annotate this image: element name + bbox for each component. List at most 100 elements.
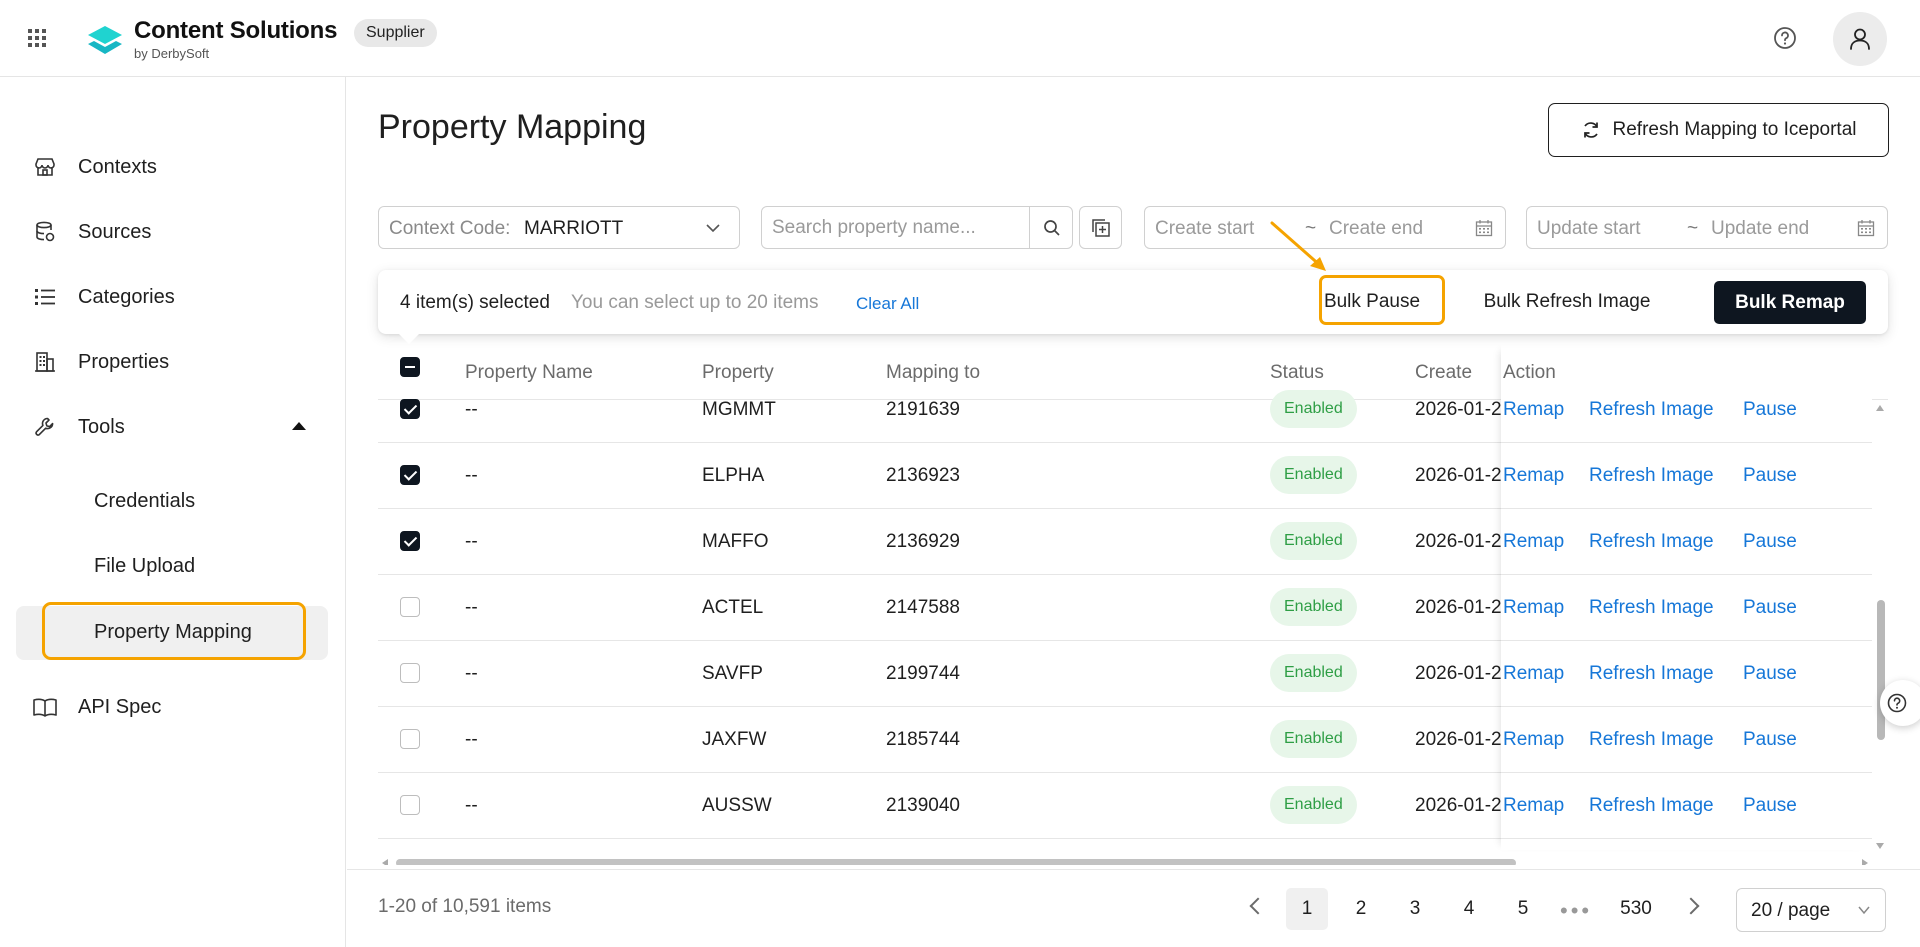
pause-link[interactable]: Pause [1743, 663, 1797, 685]
pause-link[interactable]: Pause [1743, 597, 1797, 619]
status-badge: Enabled [1270, 588, 1357, 626]
refresh-image-link[interactable]: Refresh Image [1589, 795, 1714, 817]
bulk-action-bar: 4 item(s) selected You can select up to … [378, 270, 1888, 344]
remap-link[interactable]: Remap [1503, 465, 1564, 487]
batch-add-icon [1091, 218, 1110, 237]
bulk-remap-button[interactable]: Bulk Remap [1714, 281, 1866, 324]
sidebar-item-categories[interactable]: Categories [0, 272, 346, 322]
pagination-ellipsis[interactable]: ••• [1560, 898, 1592, 924]
row-checkbox[interactable] [400, 597, 420, 617]
sidebar-item-label: Property Mapping [94, 621, 252, 643]
cell-create-time-clip: 2026-01-2 [1415, 399, 1503, 423]
select-all-checkbox[interactable] [400, 357, 420, 377]
sidebar-item-sources[interactable]: Sources [0, 207, 346, 257]
row-checkbox[interactable] [400, 399, 420, 419]
sidebar-item-properties[interactable]: Properties [0, 337, 346, 387]
brand-subtitle: by DerbySoft [134, 46, 210, 61]
action-row: Remap Refresh Image Pause [1501, 443, 1872, 509]
row-checkbox[interactable] [400, 531, 420, 551]
remap-link[interactable]: Remap [1503, 399, 1564, 421]
remap-link[interactable]: Remap [1503, 597, 1564, 619]
sidebar-item-label: API Spec [78, 695, 162, 718]
refresh-image-link[interactable]: Refresh Image [1589, 597, 1714, 619]
bulk-refresh-image-button[interactable]: Bulk Refresh Image [1473, 280, 1661, 324]
calendar-icon [1475, 220, 1493, 237]
context-code-prefix: Context Code: [389, 218, 511, 239]
refresh-image-link[interactable]: Refresh Image [1589, 531, 1714, 553]
sidebar-subitem-file-upload[interactable]: File Upload [0, 540, 346, 594]
row-checkbox[interactable] [400, 663, 420, 683]
scroll-left-arrow-icon[interactable] [382, 859, 388, 865]
sidebar-item-tools[interactable]: Tools [0, 402, 346, 452]
status-badge: Enabled [1270, 654, 1357, 692]
role-badge: Supplier [354, 19, 437, 47]
chevron-down-icon [1858, 906, 1870, 915]
bulk-pause-button[interactable]: Bulk Pause [1320, 280, 1424, 324]
cell-property: MGMMT [702, 399, 776, 420]
cell-mapping-to: 2199744 [886, 663, 960, 684]
row-checkbox[interactable] [400, 795, 420, 815]
scroll-up-arrow-icon[interactable] [1876, 405, 1884, 411]
update-date-range[interactable]: Update start ~ Update end [1526, 206, 1888, 249]
refresh-mapping-button[interactable]: Refresh Mapping to Iceportal [1548, 103, 1889, 157]
page-last[interactable]: 530 [1615, 888, 1657, 930]
update-start-placeholder: Update start [1537, 218, 1641, 239]
sidebar-subitem-credentials[interactable]: Credentials [0, 475, 346, 529]
cell-create-time: 2026-01-2 [1415, 399, 1502, 420]
floating-help-button[interactable] [1880, 680, 1920, 726]
pause-link[interactable]: Pause [1743, 465, 1797, 487]
sidebar-item-contexts[interactable]: Contexts [0, 142, 346, 192]
sidebar-item-label: File Upload [94, 555, 196, 577]
pause-link[interactable]: Pause [1743, 531, 1797, 553]
chevron-left-icon[interactable] [1249, 897, 1267, 915]
cell-property-name: -- [465, 465, 478, 486]
batch-search-button[interactable] [1079, 206, 1122, 249]
page-2[interactable]: 2 [1340, 888, 1382, 930]
sidebar-subitem-property-mapping[interactable]: Property Mapping [0, 602, 346, 660]
sidebar-item-api-spec[interactable]: API Spec [0, 682, 346, 732]
refresh-image-link[interactable]: Refresh Image [1589, 663, 1714, 685]
remap-link[interactable]: Remap [1503, 531, 1564, 553]
refresh-mapping-label: Refresh Mapping to Iceportal [1612, 119, 1857, 140]
page-5[interactable]: 5 [1502, 888, 1544, 930]
remap-link[interactable]: Remap [1503, 729, 1564, 751]
pagination-bar: 1-20 of 10,591 items 1 2 3 4 5 ••• 530 2… [347, 869, 1920, 947]
cell-mapping-to: 2191639 [886, 399, 960, 420]
refresh-image-link[interactable]: Refresh Image [1589, 465, 1714, 487]
remap-link[interactable]: Remap [1503, 795, 1564, 817]
page-1[interactable]: 1 [1286, 888, 1328, 930]
context-code-select[interactable]: Context Code: MARRIOTT [378, 206, 740, 249]
help-icon[interactable] [1772, 25, 1798, 51]
status-badge: Enabled [1270, 390, 1357, 428]
page-3[interactable]: 3 [1394, 888, 1436, 930]
search-input[interactable] [762, 207, 1029, 248]
update-end-placeholder: Update end [1711, 218, 1810, 239]
scroll-right-arrow-icon[interactable] [1862, 859, 1868, 865]
cell-create-time: 2026-01-2 [1415, 795, 1502, 816]
refresh-image-link[interactable]: Refresh Image [1589, 399, 1714, 421]
search-button[interactable] [1029, 206, 1074, 249]
cell-property: SAVFP [702, 663, 763, 684]
clear-all-link[interactable]: Clear All [856, 294, 919, 314]
user-avatar[interactable] [1833, 12, 1887, 66]
pause-link[interactable]: Pause [1743, 399, 1797, 421]
scroll-down-arrow-icon[interactable] [1876, 843, 1884, 849]
cell-create-time: 2026-01-2 [1415, 663, 1502, 684]
pause-link[interactable]: Pause [1743, 795, 1797, 817]
refresh-image-link[interactable]: Refresh Image [1589, 729, 1714, 751]
action-row: Remap Refresh Image Pause [1501, 641, 1872, 707]
status-badge: Enabled [1270, 786, 1357, 824]
apps-grid-icon[interactable] [26, 27, 48, 49]
row-checkbox[interactable] [400, 465, 420, 485]
page-size-select[interactable]: 20 / page [1736, 888, 1886, 932]
page-4[interactable]: 4 [1448, 888, 1490, 930]
horizontal-scroll-thumb[interactable] [396, 859, 1516, 865]
pause-link[interactable]: Pause [1743, 729, 1797, 751]
book-icon [32, 694, 58, 720]
create-date-range[interactable]: Create start ~ Create end [1144, 206, 1506, 249]
user-icon [1850, 28, 1870, 50]
chevron-right-icon[interactable] [1682, 897, 1700, 915]
vertical-scroll-thumb[interactable] [1877, 600, 1885, 740]
row-checkbox[interactable] [400, 729, 420, 749]
remap-link[interactable]: Remap [1503, 663, 1564, 685]
